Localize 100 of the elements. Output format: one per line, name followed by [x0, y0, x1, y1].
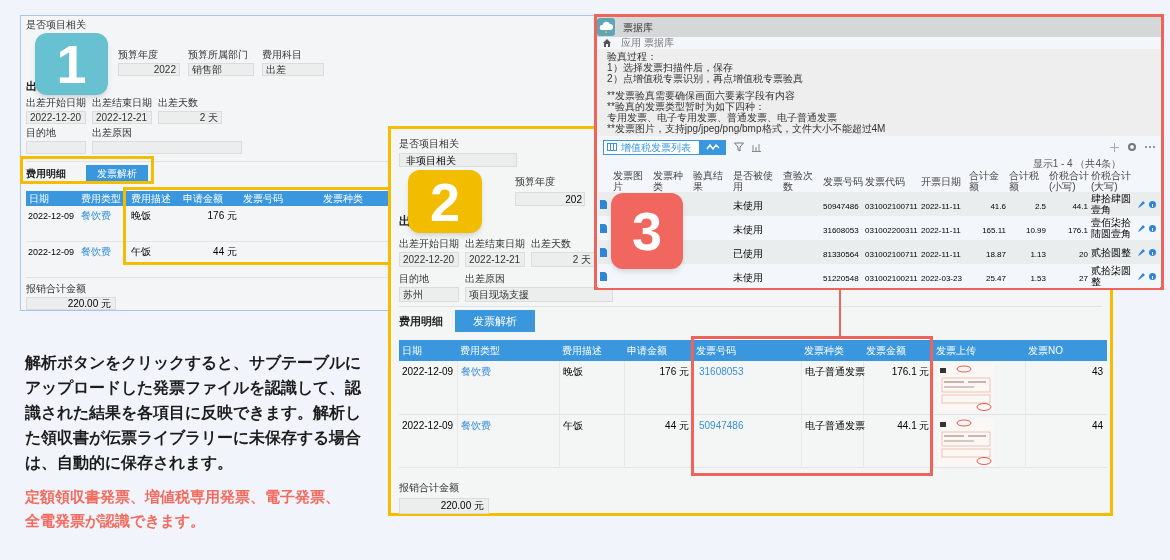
column-header: 合计金额 [969, 170, 999, 192]
form-field[interactable]: 2022-12-21 [465, 252, 525, 267]
table-cell-text: 壹佰柒拾陆圆壹角 [1091, 217, 1132, 239]
bar-chart-icon[interactable] [752, 142, 761, 152]
table-cell: 176.1 元 [891, 366, 930, 377]
chart-type-button[interactable] [700, 139, 726, 155]
form-field[interactable]: 2 天 [158, 110, 222, 124]
table-cell: 1.53 [1030, 274, 1046, 283]
table-cell: 165.11 [982, 226, 1006, 235]
table-cell: 18.87 [985, 250, 1006, 259]
table-cell: 43 [1091, 366, 1103, 377]
field-label: 出差开始日期 [399, 238, 459, 250]
plus-icon[interactable] [1110, 142, 1119, 152]
table-cell: 27 [1079, 274, 1088, 283]
info-icon[interactable] [1149, 272, 1156, 280]
column-header: 发票上传 [933, 340, 1025, 361]
form-field[interactable] [26, 140, 86, 154]
table-cell: 41.6 [990, 202, 1006, 211]
field-label: 是否项目相关 [26, 19, 86, 31]
description-line: 验真过程： [607, 51, 657, 62]
settings-icon[interactable] [1127, 142, 1137, 152]
description-line: **验真的发票类型暂时为如下四种： [607, 101, 765, 112]
line-chart-icon [706, 143, 720, 151]
table-cell-text: 肆拾肆圆壹角 [1091, 193, 1132, 215]
table-cell: 2022-11-11 [921, 202, 961, 211]
column-header: 发票代码 [865, 175, 905, 187]
column-header: 发票号码 [693, 340, 801, 361]
field-label: 预算所属部门 [188, 48, 248, 61]
table-cell: 44.1 [1072, 202, 1088, 211]
form-field[interactable]: 项目现场支援 [465, 287, 613, 302]
description-line: 1）选择发票扫描件后，保存 [607, 62, 733, 73]
form-field[interactable]: 出差 [262, 62, 324, 76]
filter-icon[interactable] [734, 142, 744, 152]
field-label: 目的地 [26, 126, 56, 139]
table-cell: 未使用 [733, 272, 763, 283]
form-field[interactable]: 220.00 元 [399, 497, 489, 514]
field-label: 出差结束日期 [92, 96, 152, 109]
table-cell: 未使用 [733, 200, 763, 211]
description-line: 2）点增值税专票识别，再点增值税专票验真 [607, 73, 803, 84]
table-cell: 电子普通发票 [804, 366, 865, 377]
info-icon[interactable] [1149, 200, 1156, 208]
form-field[interactable]: 销售部 [188, 62, 254, 76]
table-cell: 20 [1079, 250, 1088, 259]
column-header: 发票号码 [823, 175, 863, 187]
form-field[interactable]: 苏州 [399, 287, 459, 302]
column-header: 发票NO [1025, 340, 1107, 361]
form-field[interactable]: 202 [515, 192, 585, 206]
table-cell: 1.13 [1030, 250, 1046, 259]
table-cell: 50947486 [823, 202, 859, 211]
column-header: 发票号码 [240, 190, 320, 206]
record-count: 显示1 - 4 （共4条） [1032, 158, 1121, 170]
step-badge: 2 [408, 170, 482, 233]
cloud-app-icon [597, 18, 615, 36]
form-field[interactable]: 2022-12-20 [26, 110, 86, 124]
info-icon[interactable] [1149, 224, 1156, 232]
edit-icon[interactable] [1138, 272, 1145, 280]
form-field[interactable] [92, 140, 242, 154]
column-header: 是否被使用 [733, 170, 773, 192]
description-line: **发票图片，支持jpg/jpeg/png/bmp格式，文件大小不能超过4M [607, 123, 886, 134]
column-header: 发票种类 [653, 170, 683, 192]
field-label: 预算年度 [118, 48, 158, 61]
info-icon[interactable] [1149, 248, 1156, 256]
column-header: 费用类型 [457, 340, 559, 361]
form-field[interactable]: 2022-12-20 [399, 252, 459, 267]
table-cell: 午饭 [562, 419, 583, 431]
home-icon[interactable] [603, 39, 611, 47]
table-cell: 031002100211 [865, 274, 918, 283]
edit-icon[interactable] [1138, 224, 1145, 232]
table-icon [607, 143, 617, 151]
table-cell: 2022-11-11 [921, 226, 961, 235]
table-cell: 2022-12-09 [402, 366, 454, 377]
table-cell: 51220548 [823, 274, 859, 283]
section-heading: 费用明细 [26, 167, 66, 181]
column-header: 合计税额 [1009, 170, 1039, 192]
table-cell: 晚饭 [562, 366, 583, 377]
table-cell: 25.47 [985, 274, 1006, 283]
column-header: 验真结果 [693, 170, 723, 192]
form-field[interactable]: 非项目相关 [399, 153, 517, 167]
edit-icon[interactable] [1138, 248, 1145, 256]
form-field[interactable]: 2 天 [531, 252, 595, 267]
column-header: 费用描述 [124, 190, 180, 206]
edit-icon[interactable] [1138, 200, 1145, 208]
table-cell: 电子普通发票 [804, 419, 865, 431]
column-header: 申请金额 [624, 340, 693, 361]
column-header: 日期 [26, 190, 78, 206]
table-cell: 176.1 [1067, 226, 1088, 235]
form-field[interactable]: 220.00 元 [26, 297, 116, 310]
form-field[interactable]: 2022 [118, 62, 180, 76]
table-cell: 44 [1091, 419, 1103, 431]
description-line: **发票验真需要确保画面六要素字段有内容 [607, 90, 795, 101]
field-label: 出差原因 [465, 273, 505, 285]
table-cell: 031002100711 [865, 202, 918, 211]
table-cell: 031002100711 [865, 250, 918, 259]
column-header: 开票日期 [921, 175, 961, 187]
table-cell: 未使用 [733, 224, 763, 235]
form-field[interactable]: 2022-12-21 [92, 110, 152, 124]
table-cell: 已使用 [733, 248, 763, 259]
field-label: 出差结束日期 [465, 238, 525, 250]
field-label: 出差天数 [158, 96, 198, 109]
field-label: 出差天数 [531, 238, 571, 250]
